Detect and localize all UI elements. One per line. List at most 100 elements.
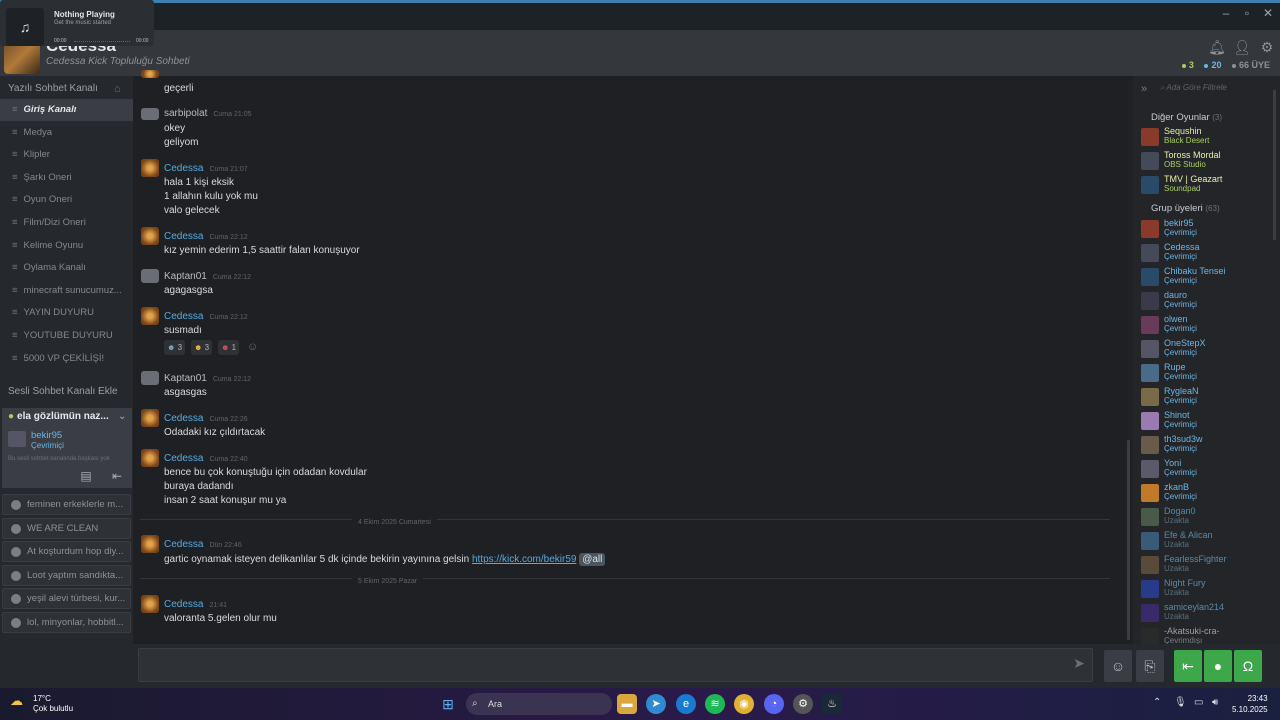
message-input[interactable] xyxy=(138,648,1093,682)
weather-cloud-icon[interactable]: ☁ xyxy=(10,693,30,711)
avatar xyxy=(1141,508,1159,526)
member-item[interactable]: Efe & Alican Uzakta xyxy=(1141,530,1280,554)
channel-item[interactable]: ≡ Şarkı Oneri xyxy=(0,167,133,189)
windows-start-icon[interactable]: ⊞ xyxy=(438,694,458,714)
steam-icon[interactable]: ♨ xyxy=(822,694,842,714)
message-author[interactable]: Cedessa xyxy=(164,163,203,174)
voice-channel-item[interactable]: Loot yaptım sandıkta... xyxy=(2,564,131,586)
member-item[interactable]: zkanB Çevrimiçi xyxy=(1141,482,1280,506)
member-item[interactable]: TMV | Geazart Soundpad xyxy=(1141,174,1280,198)
tray-mic-icon[interactable]: 🎙︎ xyxy=(1174,697,1187,708)
avatar xyxy=(1141,604,1159,622)
member-scrollbar[interactable] xyxy=(1273,90,1276,240)
channel-item[interactable]: ≡ Medya xyxy=(0,122,133,144)
member-item[interactable]: Sequshin Black Desert xyxy=(1141,126,1280,150)
reaction-1[interactable]: ☻ 3 xyxy=(164,340,186,355)
member-filter-input[interactable]: ⌕ Ada Göre Filtrele xyxy=(1160,83,1272,97)
member-item[interactable]: samiceylan214 Uzakta xyxy=(1141,602,1280,626)
member-item[interactable]: bekir95 Çevrimiçi xyxy=(1141,218,1280,242)
file-explorer-icon[interactable]: ▬ xyxy=(617,694,637,714)
channel-item[interactable]: ≡ YOUTUBE DUYURU xyxy=(0,325,133,347)
member-item[interactable]: Chibaku Tensei Çevrimiçi xyxy=(1141,266,1280,290)
chevron-down-icon[interactable]: ⌄ xyxy=(118,411,126,422)
chrome-icon[interactable]: ◉ xyxy=(734,694,754,714)
channel-item[interactable]: ≡ Oyun Oneri xyxy=(0,189,133,211)
microphone-icon[interactable]: ● xyxy=(1204,650,1232,682)
voice-user-name[interactable]: bekir95 xyxy=(31,430,62,441)
invite-user-icon[interactable]: 👤︎ xyxy=(1233,38,1251,56)
steam-helper-icon[interactable]: ⚙ xyxy=(793,694,813,714)
channel-item[interactable]: ≡ Oylama Kanalı xyxy=(0,257,133,279)
add-voice-channel[interactable]: Sesli Sohbet Kanalı Ekle xyxy=(8,386,118,397)
taskbar-search[interactable]: ⌕ Ara xyxy=(466,693,612,715)
message-author[interactable]: Cedessa xyxy=(164,311,203,322)
headphones-icon[interactable]: Ω xyxy=(1234,650,1262,682)
message-text: gartic oynamak isteyen delikanlılar 5 dk… xyxy=(164,554,470,565)
media-progress[interactable] xyxy=(74,41,130,42)
message-author[interactable]: Cedessa xyxy=(164,231,203,242)
voice-channel-item[interactable]: feminen erkeklerle m... xyxy=(2,494,131,515)
voice-settings-icon[interactable]: ▤ xyxy=(77,469,95,485)
message-link[interactable]: https://kick.com/bekir59 xyxy=(472,554,576,565)
member-item[interactable]: dauro Çevrimiçi xyxy=(1141,290,1280,314)
maximize-button[interactable]: ▫ xyxy=(1236,3,1258,23)
member-item[interactable]: th3sud3w Çevrimiçi xyxy=(1141,434,1280,458)
member-item[interactable]: Dogan0 Uzakta xyxy=(1141,506,1280,530)
message-author[interactable]: Cedessa xyxy=(164,599,203,610)
message-author[interactable]: sarbipolat xyxy=(164,108,207,119)
message-author[interactable]: Cedessa xyxy=(164,453,203,464)
voice-channel-item[interactable]: At koşturdum hop diy... xyxy=(2,541,131,562)
edge-icon[interactable]: e xyxy=(676,694,696,714)
member-item[interactable]: FearlessFighter Uzakta xyxy=(1141,554,1280,578)
reaction-3[interactable]: ☻ 1 xyxy=(218,340,240,355)
member-item[interactable]: OneStepX Çevrimiçi xyxy=(1141,338,1280,362)
minimize-button[interactable]: – xyxy=(1215,3,1237,23)
channel-item[interactable]: ≡ Klipler xyxy=(0,144,133,166)
tray-chevron-icon[interactable]: ⌃ xyxy=(1153,697,1161,708)
attach-icon[interactable]: ⎘ xyxy=(1136,650,1164,682)
telegram-icon[interactable]: ➤ xyxy=(646,694,666,714)
message-author[interactable]: Cedessa xyxy=(164,539,203,550)
voice-channel-name[interactable]: ● ela gözlümün naz... xyxy=(8,411,109,422)
leave-call-icon[interactable]: ⇤ xyxy=(1174,650,1202,682)
bell-icon[interactable]: 🔔︎ xyxy=(1208,38,1226,56)
taskbar-clock[interactable]: 23:43 5.10.2025 xyxy=(1232,693,1268,715)
member-item[interactable]: Shinot Çevrimiçi xyxy=(1141,410,1280,434)
member-item[interactable]: Toross Mordal OBS Studio xyxy=(1141,150,1280,174)
spotify-icon[interactable]: ≋ xyxy=(705,694,725,714)
settings-gear-icon[interactable]: ⚙ xyxy=(1258,38,1276,56)
close-button[interactable]: ✕ xyxy=(1257,3,1279,23)
voice-channel-item[interactable]: yeşil alevi türbesi, kur... xyxy=(2,588,131,609)
message-author[interactable]: Kaptan01 xyxy=(164,373,207,384)
add-reaction-icon[interactable]: ☺ xyxy=(247,341,258,353)
member-item[interactable]: Yoni Çevrimiçi xyxy=(1141,458,1280,482)
channel-item[interactable]: ≡ Film/Dizi Oneri xyxy=(0,212,133,234)
channel-item[interactable]: ≡ 5000 VP ÇEKİLİŞİ! xyxy=(0,348,133,370)
member-item[interactable]: olwen Çevrimiçi xyxy=(1141,314,1280,338)
weather-widget[interactable]: 17°C Çok bulutlu xyxy=(33,694,73,714)
emoji-icon[interactable]: ☺ xyxy=(1104,650,1132,682)
chat-scrollbar[interactable] xyxy=(1127,440,1130,640)
message-author[interactable]: Kaptan01 xyxy=(164,271,207,282)
tray-network-icon[interactable]: ▭ xyxy=(1194,697,1203,708)
message-author[interactable]: Cedessa xyxy=(164,413,203,424)
channel-item[interactable]: ≡ minecraft sunucumuz... xyxy=(0,280,133,302)
leave-voice-icon[interactable]: ⇤ xyxy=(108,469,126,485)
mention-tag[interactable]: @all xyxy=(579,553,606,566)
member-item[interactable]: Cedessa Çevrimiçi xyxy=(1141,242,1280,266)
member-item[interactable]: RygleaN Çevrimiçi xyxy=(1141,386,1280,410)
channel-item[interactable]: ≡ Kelime Oyunu xyxy=(0,235,133,257)
reaction-2[interactable]: ☻ 3 xyxy=(191,340,213,355)
trash-icon[interactable]: ⌂ xyxy=(114,83,121,95)
collapse-panel-icon[interactable]: » xyxy=(1141,83,1147,95)
discord-icon[interactable]: ◔ xyxy=(764,694,784,714)
member-item[interactable]: Rupe Çevrimiçi xyxy=(1141,362,1280,386)
voice-channel-item[interactable]: lol, minyonlar, hobbitl... xyxy=(2,611,131,633)
tray-volume-icon[interactable]: 🔊︎ xyxy=(1212,697,1218,708)
channel-item[interactable]: ≡ YAYIN DUYURU xyxy=(0,302,133,324)
member-item[interactable]: Night Fury Uzakta xyxy=(1141,578,1280,602)
voice-channel-label: feminen erkeklerle m... xyxy=(27,499,124,510)
channel-item[interactable]: ≡ Giriş Kanalı xyxy=(0,99,133,121)
voice-channel-item[interactable]: WE ARE CLEAN xyxy=(2,517,131,539)
send-icon[interactable]: ➤ xyxy=(1068,655,1090,675)
